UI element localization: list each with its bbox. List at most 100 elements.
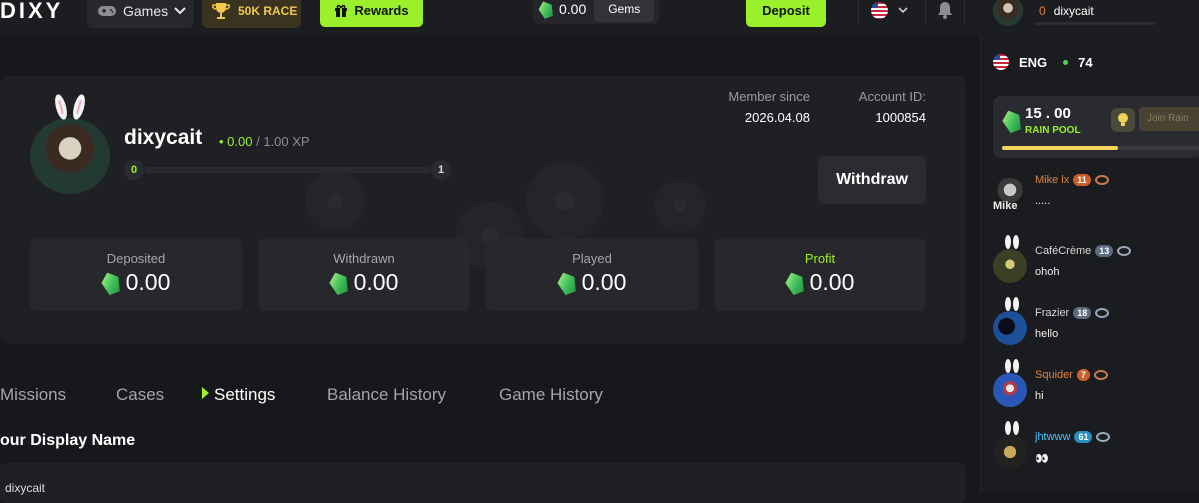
level-badge: 7 [1076, 369, 1090, 381]
withdraw-button[interactable]: Withdraw [818, 156, 926, 204]
stat-value: 0.00 [353, 269, 399, 295]
chat-text: hi [1035, 390, 1044, 402]
level-start: 0 [124, 160, 144, 180]
online-count: 74 [1078, 54, 1093, 70]
race-button[interactable]: 50K RACE [202, 0, 301, 28]
stat-label: Deposited [106, 251, 166, 266]
deposit-button[interactable]: Deposit [746, 0, 826, 27]
tab-cases[interactable]: Cases [116, 385, 164, 405]
gems-balance[interactable]: 0.00 Gems [533, 0, 659, 24]
background-decoration [520, 156, 610, 246]
rain-info-button[interactable] [1111, 108, 1135, 132]
chat-language[interactable]: ENG [1019, 55, 1047, 70]
chat-text: ohoh [1035, 266, 1060, 278]
chat-username[interactable]: Squider [1035, 369, 1073, 381]
join-rain-button[interactable]: Join Rain [1139, 107, 1199, 131]
profile-username: dixycait [124, 126, 203, 149]
level-badge: 61 [1074, 431, 1093, 443]
chat-header: ENG 74 [993, 54, 1093, 70]
gem-icon [98, 269, 122, 296]
games-menu-button[interactable]: Games [87, 0, 194, 28]
xp-display: • 0.00 / 1.00 XP [219, 134, 310, 149]
account-id: Account ID: 1000854 [846, 89, 926, 125]
xp-max: / 1.00 XP [256, 134, 310, 149]
stat-value: 0.00 [809, 269, 855, 295]
stat-withdrawn: Withdrawn 0.00 [258, 238, 470, 311]
xp-progress-bar [145, 167, 430, 173]
gem-icon [782, 269, 806, 296]
language-selector[interactable] [858, 0, 920, 26]
tab-missions[interactable]: Missions [0, 385, 66, 405]
us-flag-icon [993, 54, 1009, 70]
stat-label: Played [572, 251, 612, 266]
chat-username[interactable]: CaféCrème [1035, 245, 1091, 257]
chevron-down-icon [174, 7, 186, 15]
tab-settings[interactable]: Settings [202, 385, 275, 405]
account-id-label: Account ID: [858, 89, 926, 104]
rain-pool: 15 . 00 RAIN POOL Join Rain [993, 96, 1199, 158]
gems-currency-label: Gems [594, 0, 655, 22]
tab-game-history[interactable]: Game History [499, 385, 603, 405]
member-since-value: 2026.04.08 [744, 110, 810, 125]
level-end: 1 [431, 160, 451, 180]
chevron-down-icon [898, 6, 908, 13]
user-level: 0 [1039, 4, 1046, 18]
chat-message: jhtwww 61 👀 [993, 421, 1199, 481]
user-avatar-small [993, 0, 1023, 26]
stat-label: Profit [804, 251, 836, 266]
chat-username[interactable]: jhtwww [1035, 431, 1070, 443]
gem-icon [554, 269, 578, 296]
gems-amount: 0.00 [559, 1, 587, 17]
username-top: dixycait [1053, 4, 1094, 18]
us-flag-icon [871, 1, 888, 19]
account-id-value: 1000854 [875, 110, 926, 125]
stat-deposited: Deposited 0.00 [30, 238, 242, 311]
chat-sidebar: ENG 74 ✕ 15 . 00 RAIN POOL Join Rain Mik… [980, 36, 1199, 492]
top-bar: DIXY Games 50K RACE Rewards 0.00 Gems De… [0, 0, 1199, 36]
background-decoration [300, 166, 370, 236]
tab-balance-history[interactable]: Balance History [327, 385, 446, 405]
user-level-bar [1035, 22, 1155, 25]
notifications-button[interactable] [925, 0, 965, 26]
gem-icon [537, 0, 556, 19]
member-since: Member since 2026.04.08 [722, 89, 810, 125]
stat-value: 0.00 [125, 269, 171, 295]
profile-avatar[interactable] [30, 118, 110, 194]
rank-badge-icon [1094, 175, 1109, 185]
stat-profit: Profit 0.00 [714, 238, 926, 311]
gift-icon [335, 4, 348, 17]
display-name-field[interactable]: dixycait [0, 463, 966, 503]
rank-badge-icon [1093, 370, 1108, 380]
rank-badge-icon [1117, 246, 1132, 256]
chat-message: CaféCrème 13 ohoh [993, 235, 1199, 295]
display-name-title: our Display Name [0, 432, 136, 449]
chat-avatar[interactable] [993, 249, 1027, 283]
site-logo[interactable]: DIXY [0, 0, 63, 24]
bell-icon [938, 2, 952, 19]
chat-username[interactable]: Mike lx [1035, 174, 1069, 186]
chat-avatar[interactable] [993, 373, 1027, 407]
chat-text: hello [1035, 328, 1059, 340]
gem-icon [1000, 108, 1024, 135]
chat-text: 👀 [1035, 453, 1049, 465]
level-badge: 13 [1095, 245, 1114, 257]
chat-message: Mike Mike lx 11 ..... [993, 174, 1199, 224]
chat-username[interactable]: Frazier [1035, 307, 1069, 319]
chat-avatar[interactable] [993, 435, 1027, 469]
chat-text: ..... [1035, 195, 1051, 207]
online-dot-icon [1063, 59, 1069, 65]
gem-icon [326, 269, 350, 296]
rank-badge-icon [1096, 432, 1111, 442]
rain-progress-fill [1002, 146, 1118, 150]
rank-badge-icon [1095, 308, 1110, 318]
rewards-label: Rewards [354, 3, 409, 18]
lightbulb-icon [1118, 113, 1128, 126]
stat-value: 0.00 [581, 269, 627, 295]
rewards-button[interactable]: Rewards [320, 0, 423, 27]
gamepad-icon [98, 6, 116, 16]
level-badge: 11 [1073, 174, 1091, 186]
profile-card: dixycait • 0.00 / 1.00 XP 0 1 Member sin… [0, 76, 966, 344]
trophy-icon [212, 3, 230, 19]
chat-avatar[interactable] [993, 311, 1027, 345]
games-label: Games [123, 3, 169, 19]
